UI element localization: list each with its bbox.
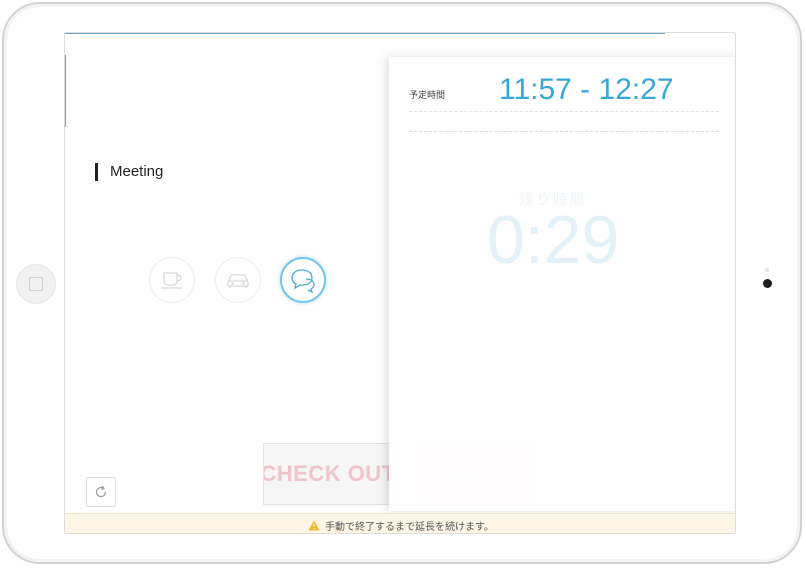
checkout-button[interactable]: CHECK OUT xyxy=(263,443,393,505)
notice-bar: 手動で終了するまで延長を続けます。 xyxy=(65,513,735,533)
app-screen: Meeting CHECK OUT 予定時間 11:57 - 12:27 残り時… xyxy=(64,32,736,534)
divider xyxy=(409,131,719,132)
refresh-button[interactable] xyxy=(86,477,116,507)
divider xyxy=(409,111,719,112)
category-meeting-button[interactable] xyxy=(280,257,326,303)
left-accent-line xyxy=(65,55,66,127)
light-sensor xyxy=(765,268,769,272)
home-button[interactable] xyxy=(16,264,56,304)
scheduled-time-range: 11:57 - 12:27 xyxy=(499,73,674,106)
checkout-label: CHECK OUT xyxy=(263,461,393,486)
chat-bubbles-icon xyxy=(291,269,315,293)
category-coffee-button[interactable] xyxy=(149,257,195,303)
room-category-label: Meeting xyxy=(95,163,163,181)
top-accent-line xyxy=(65,33,665,34)
reservation-panel: 予定時間 11:57 - 12:27 残り時間 0:29 xyxy=(389,57,735,511)
remaining-time: 0:29 xyxy=(487,202,620,278)
coffee-cup-icon xyxy=(161,272,182,289)
front-camera xyxy=(763,279,772,288)
warning-icon xyxy=(308,520,320,530)
refresh-icon xyxy=(95,485,107,498)
car-icon xyxy=(227,274,249,288)
category-car-button[interactable] xyxy=(215,257,261,303)
home-button-glyph xyxy=(29,277,43,291)
scheduled-time-label: 予定時間 xyxy=(409,90,446,100)
notice-text: 手動で終了するまで延長を続けます。 xyxy=(325,521,494,533)
